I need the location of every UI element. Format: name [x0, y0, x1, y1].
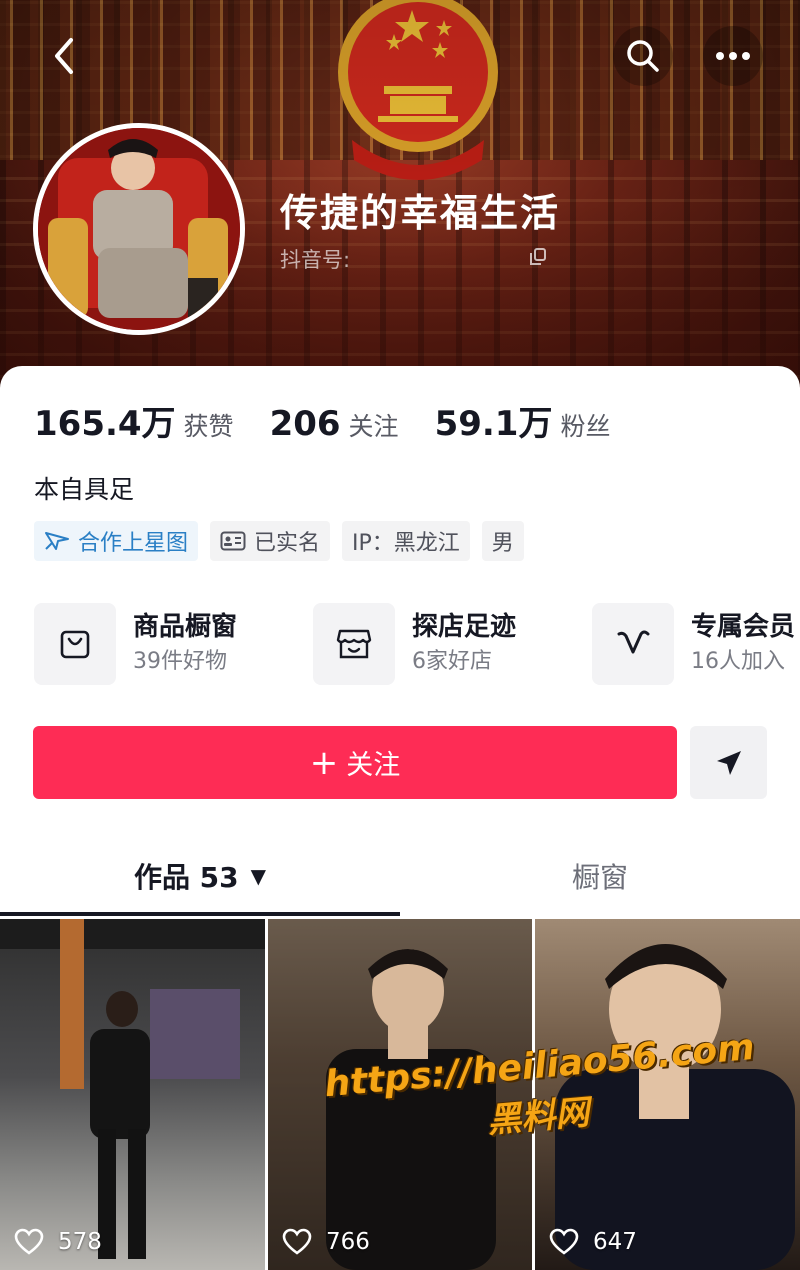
video-tile[interactable]: 578 — [0, 919, 265, 1270]
tab-works[interactable]: 作品 53 ▼ — [0, 840, 400, 912]
nickname: 传捷的幸福生活 — [280, 191, 561, 235]
search-icon — [627, 40, 659, 72]
active-tab-indicator — [0, 912, 400, 916]
profile-tags: 合作上星图 已实名 IP：黑龙江 男 — [34, 521, 524, 561]
avatar-photo — [38, 128, 240, 330]
send-arrow-icon — [716, 750, 741, 775]
store-icon — [336, 629, 372, 659]
heart-icon — [549, 1228, 579, 1255]
message-button[interactable] — [690, 726, 767, 799]
video-likes-count: 766 — [326, 1229, 370, 1255]
id-card-icon — [220, 531, 246, 551]
likes-count: 165.4万 — [34, 404, 176, 444]
video-thumbnail — [0, 919, 265, 1259]
service-title: 专属会员 — [691, 612, 796, 642]
heart-icon — [14, 1228, 44, 1255]
followers-label[interactable]: 粉丝 — [560, 407, 610, 443]
star-cooperation-tag[interactable]: 合作上星图 — [34, 521, 199, 561]
services-row: 商品橱窗 39件好物 探店足迹 6家好店 专属会员 16人加入 — [34, 602, 800, 686]
following-count[interactable]: 206 — [270, 404, 341, 444]
verified-label: 已实名 — [254, 531, 321, 556]
tab-works-label: 作品 53 — [133, 861, 239, 894]
more-options-button[interactable] — [703, 26, 763, 86]
avatar[interactable] — [33, 123, 245, 335]
followers-count[interactable]: 59.1万 — [435, 396, 553, 445]
ip-location-label: IP：黑龙江 — [352, 531, 460, 556]
video-likes: 766 — [282, 1228, 370, 1256]
video-likes-count: 578 — [58, 1229, 102, 1255]
content-tabs: 作品 53 ▼ 橱窗 — [0, 840, 800, 918]
bio-text: 本自具足 — [34, 475, 135, 504]
v-badge-icon — [617, 630, 650, 654]
search-button[interactable] — [613, 26, 673, 86]
copy-icon[interactable] — [528, 247, 548, 267]
star-map-icon — [45, 532, 69, 550]
follow-label: 关注 — [346, 750, 401, 781]
heart-icon — [282, 1228, 312, 1255]
tab-shop-label: 橱窗 — [571, 861, 628, 894]
gender-tag: 男 — [481, 521, 524, 561]
back-button[interactable] — [34, 26, 94, 86]
star-cooperation-label: 合作上星图 — [78, 531, 189, 556]
follow-button[interactable]: + 关注 — [33, 726, 677, 799]
shopping-bag-icon — [60, 630, 90, 659]
stats-row: 165.4万 获赞 206 关注 59.1万 粉丝 — [34, 396, 646, 444]
video-likes-count: 647 — [593, 1229, 637, 1255]
service-title: 探店足迹 — [412, 612, 517, 642]
following-label[interactable]: 关注 — [349, 407, 399, 443]
chevron-left-icon — [55, 38, 73, 74]
plus-icon: + — [309, 742, 339, 783]
gender-label: 男 — [491, 531, 514, 556]
tab-shop-window[interactable]: 橱窗 — [400, 840, 800, 912]
likes-label: 获赞 — [183, 412, 234, 441]
service-subtitle: 16人加入 — [691, 649, 785, 674]
service-subtitle: 39件好物 — [133, 649, 227, 674]
video-likes: 578 — [14, 1228, 102, 1256]
video-likes: 647 — [549, 1228, 637, 1256]
service-title: 商品橱窗 — [133, 612, 238, 642]
account-id-label: 抖音号: — [280, 248, 351, 272]
caret-down-icon: ▼ — [250, 864, 267, 888]
verified-tag: 已实名 — [210, 521, 331, 561]
ip-location-tag: IP：黑龙江 — [342, 521, 470, 561]
more-dots-icon — [716, 52, 750, 60]
service-store-visits[interactable]: 探店足迹 6家好店 — [313, 602, 516, 686]
service-membership[interactable]: 专属会员 16人加入 — [592, 602, 795, 686]
service-subtitle: 6家好店 — [412, 649, 492, 674]
service-shop-window[interactable]: 商品橱窗 39件好物 — [34, 602, 237, 686]
